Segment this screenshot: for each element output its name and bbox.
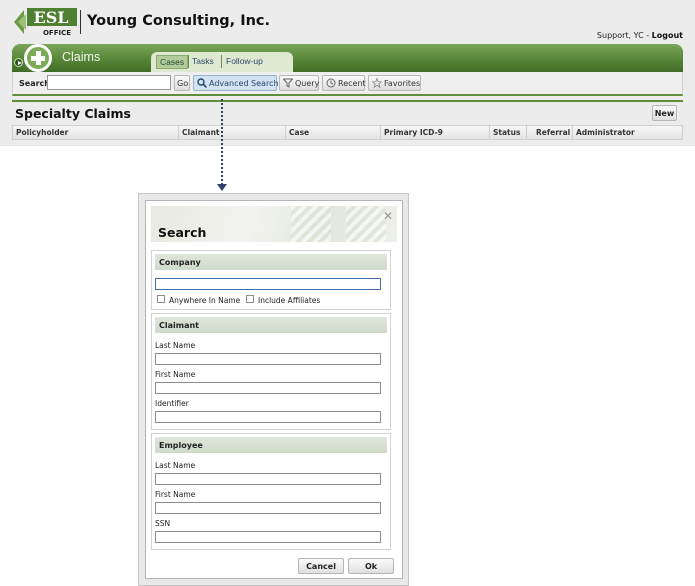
support-link[interactable]: Support, YC <box>597 31 644 40</box>
claimant-heading: Claimant <box>155 317 387 333</box>
employee-ssn-label: SSN <box>155 519 171 528</box>
column-policyholder[interactable]: Policyholder <box>13 128 68 140</box>
include-affiliates-label: Include Affiliates <box>258 296 321 305</box>
go-button[interactable]: Go <box>174 75 190 91</box>
employee-group: Employee Last Name First Name SSN <box>151 433 391 550</box>
employee-ssn-input[interactable] <box>155 531 381 543</box>
cancel-button[interactable]: Cancel <box>298 558 344 574</box>
magnifier-icon <box>197 78 207 88</box>
company-options: Anywhere In Name Include Affiliates <box>157 295 387 307</box>
query-label: Query <box>295 79 320 88</box>
company-name: Young Consulting, Inc. <box>87 13 271 29</box>
tab-tasks[interactable]: Tasks <box>192 56 214 66</box>
svg-text:OFFICE: OFFICE <box>43 29 71 37</box>
clock-icon <box>326 78 336 88</box>
filter-icon <box>283 78 293 88</box>
column-status[interactable]: Status <box>489 126 520 140</box>
anywhere-in-name-label: Anywhere In Name <box>169 296 241 305</box>
advanced-search-button[interactable]: Advanced Search <box>193 75 279 91</box>
claimant-last-name-label: Last Name <box>155 341 196 350</box>
dialog-header: Search ✕ <box>151 206 397 242</box>
close-icon[interactable]: ✕ <box>383 209 393 223</box>
include-affiliates-checkbox[interactable] <box>246 295 254 303</box>
favorites-button[interactable]: Favorites <box>368 75 421 91</box>
search-label: Search <box>19 79 50 88</box>
page-title: Specialty Claims <box>15 106 131 121</box>
advanced-search-label: Advanced Search <box>209 79 279 88</box>
header-texture <box>346 206 386 242</box>
star-icon <box>372 78 382 88</box>
claimant-last-name-input[interactable] <box>155 353 381 365</box>
claimant-identifier-label: Identifier <box>155 399 189 408</box>
module-nav-bar: Claims Cases Tasks Follow-up <box>12 44 683 72</box>
tab-follow-up[interactable]: Follow-up <box>226 56 263 66</box>
recent-button[interactable]: Recent <box>322 75 366 91</box>
logout-link[interactable]: Logout <box>652 31 683 40</box>
column-administrator[interactable]: Administrator <box>572 126 635 140</box>
tab-divider <box>221 55 222 68</box>
column-primary-icd9[interactable]: Primary ICD-9 <box>380 126 443 140</box>
tab-divider <box>188 55 189 68</box>
header-texture <box>291 206 331 242</box>
module-title: Claims <box>62 50 101 64</box>
search-toolbar: Search Go Advanced Search Query Recent F… <box>12 72 683 96</box>
ok-button[interactable]: Ok <box>348 558 394 574</box>
esl-office-logo: ESL OFFICE <box>14 8 77 37</box>
claimant-identifier-input[interactable] <box>155 411 381 423</box>
favorites-label: Favorites <box>384 79 421 88</box>
employee-last-name-input[interactable] <box>155 473 381 485</box>
query-button[interactable]: Query <box>279 75 319 91</box>
company-heading: Company <box>155 254 387 270</box>
company-input[interactable] <box>155 278 381 290</box>
section-header: Specialty Claims New <box>12 100 683 125</box>
recent-label: Recent <box>338 79 366 88</box>
employee-heading: Employee <box>155 437 387 453</box>
table-header: Policyholder Claimant Case Primary ICD-9… <box>12 125 683 140</box>
svg-text:ESL: ESL <box>34 8 69 27</box>
module-tabs: Cases Tasks Follow-up <box>151 52 293 72</box>
search-input[interactable] <box>47 75 171 90</box>
anywhere-in-name-checkbox[interactable] <box>157 295 165 303</box>
logo-separator <box>80 10 81 34</box>
claimant-first-name-input[interactable] <box>155 382 381 394</box>
claims-plus-icon[interactable] <box>24 44 52 72</box>
column-case[interactable]: Case <box>285 126 309 140</box>
advanced-search-dialog: Search ✕ Company Anywhere In Name Includ… <box>145 200 403 579</box>
employee-first-name-label: First Name <box>155 490 196 499</box>
claimant-group: Claimant Last Name First Name Identifier <box>151 313 391 430</box>
company-group: Company Anywhere In Name Include Affilia… <box>151 250 391 310</box>
claimant-first-name-label: First Name <box>155 370 196 379</box>
connector-arrow-head <box>217 184 227 191</box>
app-header-area: ESL OFFICE Young Consulting, Inc. Suppor… <box>0 0 695 146</box>
tab-cases[interactable]: Cases <box>156 55 189 69</box>
userbar-separator: - <box>643 31 652 40</box>
play-icon[interactable] <box>14 58 23 67</box>
connector-dotted-line <box>221 99 223 185</box>
column-referral[interactable]: Referral <box>526 126 570 140</box>
new-button[interactable]: New <box>652 105 677 121</box>
employee-last-name-label: Last Name <box>155 461 196 470</box>
column-claimant[interactable]: Claimant <box>178 126 220 140</box>
user-bar: Support, YC - Logout <box>597 31 683 40</box>
employee-first-name-input[interactable] <box>155 502 381 514</box>
dialog-title: Search <box>158 225 207 240</box>
